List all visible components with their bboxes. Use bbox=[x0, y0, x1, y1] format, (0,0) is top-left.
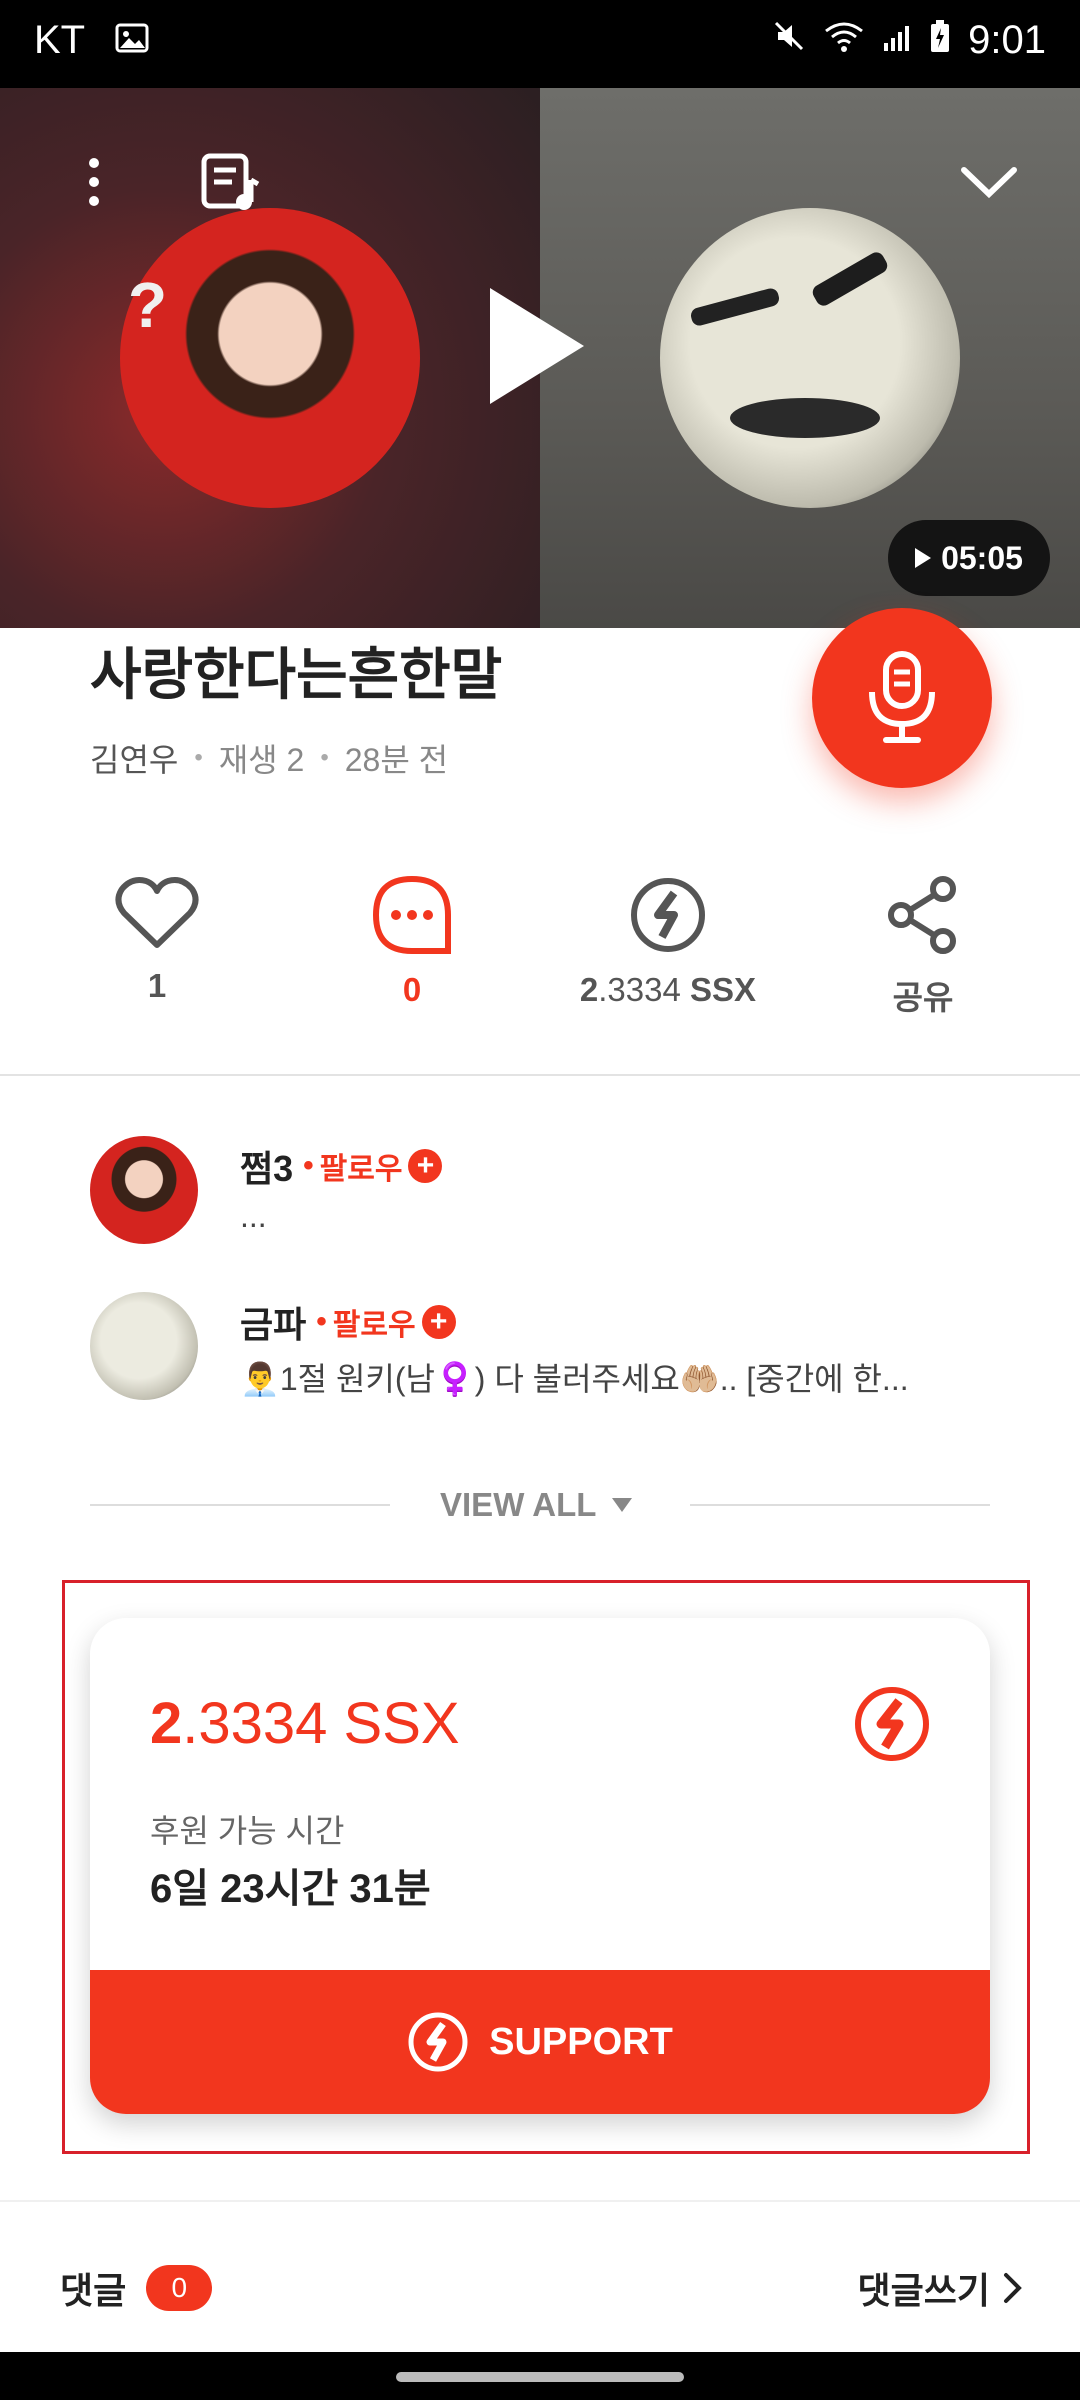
divider-line bbox=[690, 1504, 990, 1506]
gallery-notification-icon bbox=[115, 18, 149, 63]
heart-icon bbox=[115, 877, 199, 948]
singer-two-avatar bbox=[660, 208, 960, 508]
support-amount-button[interactable]: 2.3334 SSX bbox=[538, 875, 798, 1009]
artist-name[interactable]: 김연우 bbox=[90, 735, 178, 781]
navigation-bar bbox=[0, 2352, 1080, 2400]
participant-description: ... bbox=[240, 1198, 267, 1234]
small-play-icon bbox=[915, 548, 932, 568]
view-all-label: VIEW ALL bbox=[440, 1486, 597, 1523]
share-button[interactable]: 공유 bbox=[793, 875, 1053, 1019]
participant-row[interactable]: 금파 • 팔로우 + 👨‍💼1절 원키(남♀️) 다 불러주세요🤲🏼.. [중간에… bbox=[90, 1292, 1050, 1402]
participant-name[interactable]: 쩜3 bbox=[240, 1140, 293, 1192]
avatar[interactable] bbox=[90, 1136, 198, 1244]
mute-icon bbox=[772, 18, 806, 63]
duration-text: 05:05 bbox=[941, 539, 1023, 576]
share-label: 공유 bbox=[892, 979, 954, 1016]
separator-dot: • bbox=[194, 744, 203, 771]
support-button[interactable]: SUPPORT bbox=[90, 1970, 990, 2114]
comment-icon bbox=[372, 875, 451, 954]
plus-icon: + bbox=[421, 1305, 456, 1339]
like-count: 1 bbox=[147, 967, 167, 1004]
comment-button[interactable]: 0 bbox=[282, 875, 542, 1009]
participant-description: 👨‍💼1절 원키(남♀️) 다 불러주세요🤲🏼.. [중간에 한... bbox=[240, 1361, 909, 1397]
support-card-amount: 2.3334 SSX bbox=[150, 1691, 460, 1756]
participant-name[interactable]: 금파 bbox=[240, 1296, 306, 1348]
home-gesture-handle[interactable] bbox=[396, 2372, 684, 2382]
support-amount: 2.3334 SSX bbox=[579, 971, 757, 1008]
like-button[interactable]: 1 bbox=[27, 875, 287, 1005]
support-card: 2.3334 SSX 후원 가능 시간 6일 23시간 31분 SUPPORT bbox=[90, 1618, 990, 2114]
record-mic-button[interactable] bbox=[812, 608, 992, 788]
lyrics-icon[interactable] bbox=[200, 152, 262, 219]
comments-toggle[interactable]: 댓글 0 bbox=[60, 2262, 213, 2314]
separator-dot: • bbox=[320, 744, 329, 771]
duet-player[interactable]: ? 05:05 bbox=[0, 88, 1080, 628]
support-time-label: 후원 가능 시간 bbox=[150, 1813, 345, 1849]
follow-button[interactable]: • 팔로우 + bbox=[303, 1144, 443, 1188]
divider-line bbox=[90, 1504, 390, 1506]
chevron-right-icon bbox=[1004, 2273, 1022, 2303]
participant-row[interactable]: 쩜3 • 팔로우 + ... bbox=[90, 1136, 1050, 1246]
share-icon bbox=[888, 876, 956, 954]
microphone-icon bbox=[869, 651, 935, 743]
support-time-value: 6일 23시간 31분 bbox=[150, 1867, 431, 1911]
ssx-token-icon bbox=[408, 2012, 468, 2072]
play-icon[interactable] bbox=[490, 288, 584, 404]
write-comment-button[interactable]: 댓글쓰기 bbox=[858, 2262, 1024, 2314]
more-options-icon[interactable] bbox=[84, 158, 104, 206]
battery-charging-icon bbox=[930, 18, 950, 63]
action-row: 1 0 2.3334 SSX 공유 bbox=[0, 875, 1080, 1035]
carrier-label: KT bbox=[34, 18, 86, 62]
comment-count: 0 bbox=[402, 971, 422, 1008]
song-title: 사랑한다는흔한말 bbox=[90, 643, 503, 706]
singer-one-avatar: ? bbox=[120, 208, 420, 508]
play-count: 재생 2 bbox=[218, 742, 305, 778]
signal-icon bbox=[882, 18, 912, 63]
wifi-icon bbox=[824, 18, 864, 63]
avatar[interactable] bbox=[90, 1292, 198, 1400]
comments-label: 댓글 bbox=[60, 2270, 127, 2311]
write-comment-label: 댓글쓰기 bbox=[857, 2270, 990, 2311]
duration-badge: 05:05 bbox=[888, 520, 1050, 596]
comments-bar: 댓글 0 댓글쓰기 bbox=[0, 2200, 1080, 2350]
status-bar: KT 9:01 bbox=[0, 0, 1080, 88]
view-all-toggle[interactable]: VIEW ALL bbox=[90, 1480, 990, 1530]
follow-button[interactable]: • 팔로우 + bbox=[316, 1300, 456, 1344]
chevron-down-icon[interactable] bbox=[958, 162, 1020, 207]
plus-icon: + bbox=[408, 1149, 443, 1183]
caret-down-icon bbox=[612, 1498, 633, 1512]
support-button-label: SUPPORT bbox=[489, 2020, 673, 2063]
ssx-logo-icon bbox=[852, 1684, 932, 1769]
section-divider bbox=[0, 1074, 1080, 1076]
clock: 9:01 bbox=[968, 18, 1046, 62]
comments-count-badge: 0 bbox=[146, 2265, 213, 2311]
posted-time: 28분 전 bbox=[344, 742, 449, 778]
ssx-token-icon bbox=[631, 878, 705, 952]
song-meta: 김연우 • 재생 2 • 28분 전 bbox=[90, 735, 448, 781]
